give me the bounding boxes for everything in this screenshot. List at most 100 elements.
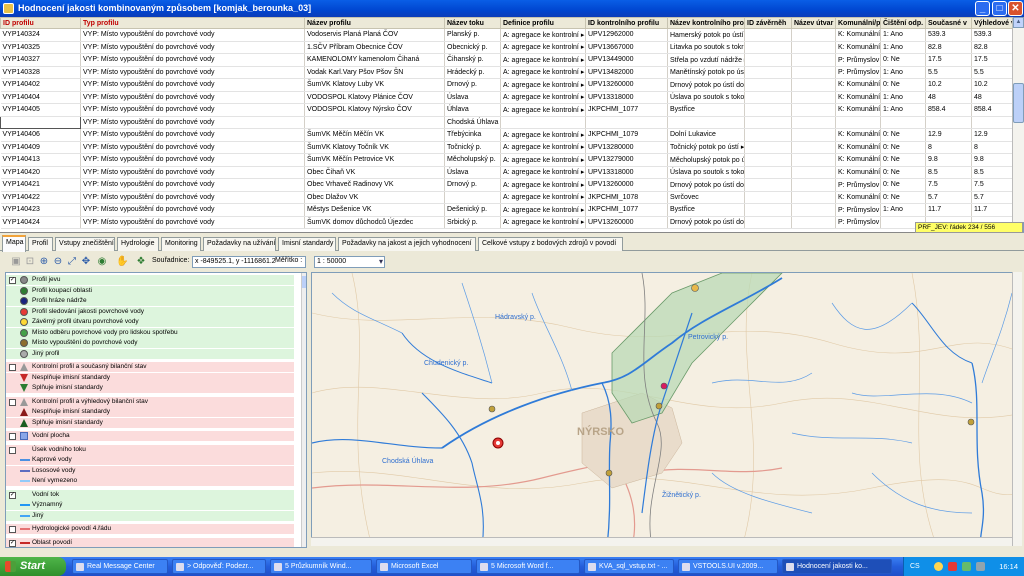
tray-icon[interactable] bbox=[962, 562, 971, 571]
tray-icon[interactable] bbox=[976, 562, 985, 571]
table-cell[interactable]: JKPCHMI_1077 bbox=[585, 203, 668, 217]
pan-move-icon[interactable]: ✥ bbox=[80, 256, 92, 268]
table-cell[interactable]: VYP: Místo vypouštění do povrchové vody bbox=[80, 66, 305, 79]
table-cell[interactable]: VYP: Místo vypouštění do povrchové vody bbox=[80, 191, 305, 204]
table-cell[interactable] bbox=[925, 116, 972, 129]
zoom-extent-icon[interactable]: ⤢ bbox=[66, 256, 78, 268]
legend-item[interactable]: ✓ Profil jevu bbox=[6, 275, 294, 285]
table-cell[interactable]: A: agregace ke kontrolní ▸ bbox=[500, 28, 586, 42]
table-cell[interactable]: 9.8 bbox=[925, 153, 972, 167]
table-cell[interactable]: Točnický p. bbox=[444, 141, 501, 154]
table-cell[interactable]: 0: Ne bbox=[880, 191, 926, 204]
tab-5[interactable]: Požadavky na užívání bbox=[203, 237, 276, 251]
table-cell[interactable] bbox=[667, 116, 745, 129]
table-cell[interactable]: JKPCHMI_1077 bbox=[585, 103, 668, 117]
legend-checkbox[interactable] bbox=[9, 433, 16, 440]
table-cell[interactable] bbox=[791, 128, 836, 142]
table-cell[interactable]: 0: Ne bbox=[880, 128, 926, 142]
table-cell[interactable]: VYP: Místo vypouštění do povrchové vody bbox=[80, 141, 305, 154]
table-cell[interactable]: 11.7 bbox=[925, 203, 972, 217]
scroll-thumb[interactable] bbox=[1013, 83, 1024, 123]
table-cell[interactable]: ŠumVK Klatovy Točník VK bbox=[304, 141, 445, 154]
table-cell[interactable]: VODOSPOL Klatovy Plánice ČOV bbox=[304, 91, 445, 104]
table-cell[interactable]: VYP140404 bbox=[0, 91, 81, 104]
table-cell[interactable]: VYP140421 bbox=[0, 178, 81, 192]
table-cell[interactable]: K: Komunální bbox=[835, 41, 881, 54]
table-row[interactable]: VYP140413 VYP: Místo vypouštění do povrch… bbox=[0, 153, 1012, 167]
table-row[interactable]: VYP140325 VYP: Místo vypouštění do povrch… bbox=[0, 41, 1012, 54]
table-row[interactable]: VYP140424 VYP: Místo vypouštění do povrch… bbox=[0, 216, 1012, 229]
table-row[interactable]: VYP140409 VYP: Místo vypouštění do povrch… bbox=[0, 141, 1012, 154]
legend-item[interactable]: Není vymezeno bbox=[6, 476, 294, 486]
table-cell[interactable]: A: agregace ke kontrolní ▸ bbox=[500, 191, 586, 204]
table-cell[interactable] bbox=[791, 166, 836, 179]
taskbar-item[interactable]: KVA_sql_vstup.txt - ... bbox=[584, 559, 674, 574]
table-cell[interactable]: 17.5 bbox=[971, 53, 1012, 67]
legend-checkbox[interactable] bbox=[9, 446, 16, 454]
table-cell[interactable]: Točnický potok po ústí ▸ bbox=[667, 141, 745, 154]
table-cell[interactable]: UPV13260000 bbox=[585, 78, 668, 92]
table-cell[interactable]: Drnový p. bbox=[444, 178, 501, 192]
grid-vertical-scrollbar[interactable]: ▲ ▼ bbox=[1012, 17, 1024, 233]
tray-icon[interactable] bbox=[948, 562, 957, 571]
table-cell[interactable]: VYP140327 bbox=[0, 53, 81, 67]
legend-item[interactable]: Lososové vody bbox=[6, 465, 294, 476]
minimize-button[interactable]: _ bbox=[975, 1, 990, 16]
table-cell[interactable]: 5.7 bbox=[971, 191, 1012, 204]
table-cell[interactable]: A: agregace ke kontrolní ▸ bbox=[500, 41, 586, 54]
legend-item[interactable]: ✓ Vodní tok bbox=[6, 489, 294, 500]
table-cell[interactable] bbox=[791, 66, 836, 79]
table-cell[interactable]: VODOSPOL Klatovy Nýrsko ČOV bbox=[304, 103, 445, 117]
table-cell[interactable]: VYP: Místo vypouštění do povrchové vody bbox=[80, 116, 305, 129]
table-cell[interactable] bbox=[744, 103, 792, 117]
zoom-in-icon[interactable]: ⊕ bbox=[38, 256, 50, 268]
legend-item[interactable]: Jiný profil bbox=[6, 348, 294, 359]
table-cell[interactable]: 8 bbox=[971, 141, 1012, 154]
table-cell[interactable]: Drnový potok po ústí do ▸ bbox=[667, 216, 745, 229]
legend-checkbox[interactable]: ✓ bbox=[9, 491, 16, 499]
table-cell[interactable]: A: agregace ke kontrolní ▸ bbox=[500, 78, 586, 92]
table-cell[interactable] bbox=[744, 41, 792, 54]
legend-item[interactable]: Splňuje imisní standardy bbox=[6, 417, 294, 428]
table-row[interactable]: VYP140402 VYP: Místo vypouštění do povrch… bbox=[0, 78, 1012, 92]
table-cell[interactable]: A: agregace ke kontrolní ▸ bbox=[500, 128, 586, 142]
table-cell[interactable]: P: Průmyslov ▸ bbox=[835, 203, 881, 217]
table-cell[interactable] bbox=[880, 116, 926, 129]
legend-item[interactable]: Vodní plocha bbox=[6, 431, 294, 441]
legend-item[interactable]: ✓ Oblast povodí bbox=[6, 537, 294, 547]
taskbar-item[interactable]: Real Message Center bbox=[72, 559, 168, 574]
language-indicator[interactable]: CS bbox=[910, 557, 920, 576]
tab-2[interactable]: Vstupy znečištění bbox=[55, 237, 115, 251]
maximize-button[interactable]: □ bbox=[992, 1, 1007, 16]
table-cell[interactable]: A: agregace ke kontrolní ▸ bbox=[500, 91, 586, 104]
table-cell[interactable]: K: Komunální bbox=[835, 166, 881, 179]
table-cell[interactable] bbox=[791, 178, 836, 192]
table-cell[interactable]: ŠumVK domov důchodců Újezdec bbox=[304, 216, 445, 229]
table-cell[interactable] bbox=[791, 141, 836, 154]
column-header[interactable]: ID závěrněh bbox=[744, 17, 792, 29]
map-view[interactable]: Hádravský p. Chudenický p. Petrovický p.… bbox=[311, 272, 1022, 546]
table-cell[interactable]: 10.2 bbox=[925, 78, 972, 92]
legend-item[interactable]: Kaprové vody bbox=[6, 455, 294, 465]
table-cell[interactable]: K: Komunální bbox=[835, 28, 881, 42]
table-cell[interactable]: Obec Dlažov VK bbox=[304, 191, 445, 204]
table-cell[interactable]: UPV13260000 bbox=[585, 178, 668, 192]
table-cell[interactable] bbox=[791, 116, 836, 129]
table-cell[interactable]: A: agregace ke kontrolní ▸ bbox=[500, 141, 586, 154]
column-header[interactable]: Definice profilu bbox=[500, 17, 586, 29]
table-cell[interactable]: 0: Ne bbox=[880, 141, 926, 154]
table-cell[interactable]: 8.5 bbox=[971, 166, 1012, 179]
table-cell[interactable]: K: Komunální bbox=[835, 128, 881, 142]
table-cell[interactable]: Svrčovec bbox=[667, 191, 745, 204]
hand-pan-icon[interactable]: ✋ bbox=[116, 256, 128, 268]
legend-item[interactable]: Profil hráze nádrže bbox=[6, 296, 294, 306]
table-cell[interactable]: A: agregace ke kontrolní ▸ bbox=[500, 103, 586, 117]
legend-item[interactable]: Místo odběru povrchové vody pro lidskou … bbox=[6, 327, 294, 338]
table-cell[interactable]: P: Průmyslov ▸ bbox=[835, 53, 881, 67]
table-cell[interactable]: 0: Ne bbox=[880, 166, 926, 179]
legend-checkbox[interactable]: ✓ bbox=[9, 277, 16, 284]
table-cell[interactable] bbox=[744, 91, 792, 104]
tray-icon[interactable] bbox=[934, 562, 943, 571]
table-cell[interactable] bbox=[744, 141, 792, 154]
table-cell[interactable]: VYP: Místo vypouštění do povrchové vody bbox=[80, 78, 305, 92]
